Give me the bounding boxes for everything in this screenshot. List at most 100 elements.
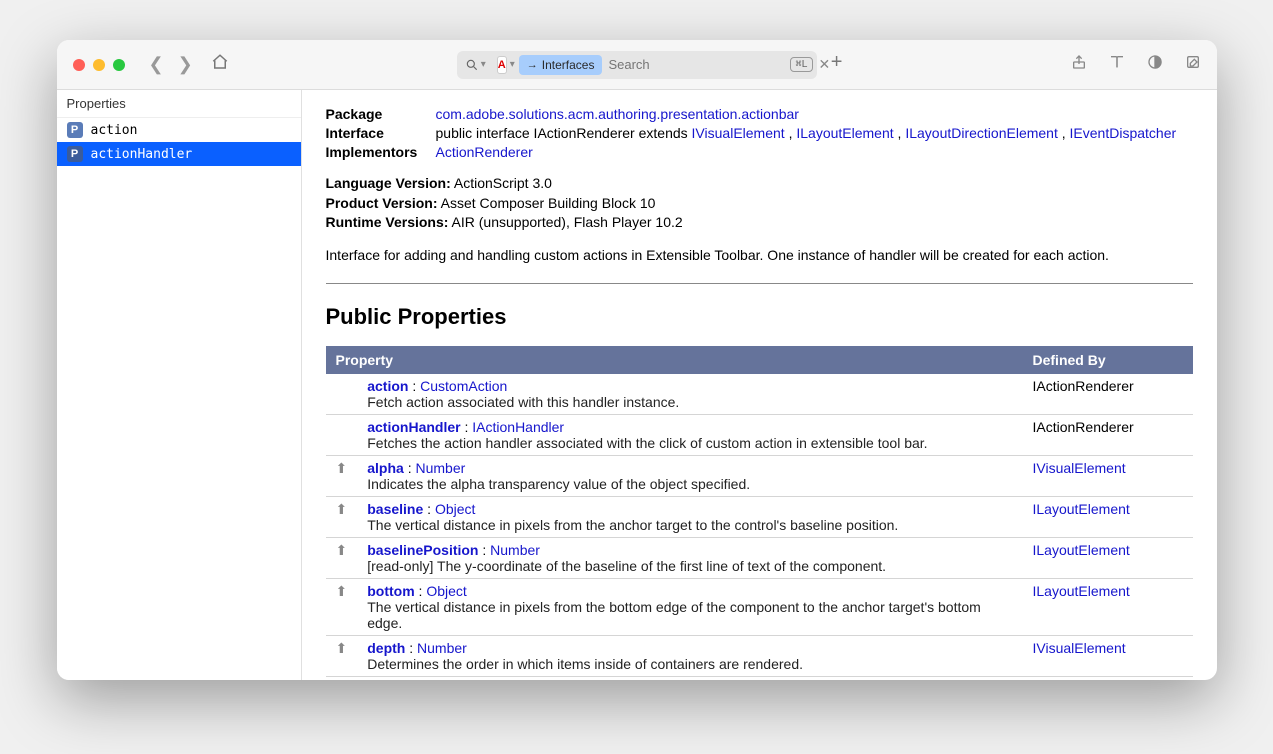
inherit-arrow-icon: ⬆ [336,460,348,476]
property-name-link[interactable]: baseline [367,501,423,517]
section-title: Public Properties [326,304,1193,330]
toolbar-right [1071,54,1201,75]
docset-badge[interactable]: A [497,56,507,74]
inherited-marker: ⬆ [326,455,358,496]
searchbar: ▾ A ▾ → Interfaces ⌘L ✕ [457,51,817,79]
property-description: The vertical distance in pixels from the… [367,599,981,631]
arrow-right-icon: → [527,59,538,71]
implementors-value: ActionRenderer [436,144,1193,160]
property-name-link[interactable]: bottom [367,583,414,599]
property-description: Indicates the alpha transparency value o… [367,476,750,492]
property-cell: actionHandler : IActionHandlerFetches th… [357,414,1022,455]
table-row: ⬆designLayer : DesignLayerIVisualElement [326,676,1193,680]
table-header-defined-by: Defined By [1023,346,1193,374]
docset-dropdown-icon[interactable]: ▾ [510,59,515,70]
property-type-link[interactable]: Object [426,583,466,599]
filter-chip-interfaces[interactable]: → Interfaces [519,55,603,75]
defined-by-cell: IVisualElement [1023,676,1193,680]
property-type-link[interactable]: Object [435,501,475,517]
search-icon[interactable]: ▾ [461,58,494,72]
property-name-link[interactable]: action [367,378,408,394]
interface-value: public interface IActionRenderer extends… [436,125,1193,141]
package-link[interactable]: com.adobe.solutions.acm.authoring.presen… [436,106,799,122]
book-icon[interactable] [1109,54,1125,75]
runtime-version-value: AIR (unsupported), Flash Player 10.2 [452,214,683,230]
extends-link[interactable]: ILayoutDirectionElement [905,125,1058,141]
property-description: Determines the order in which items insi… [367,656,803,672]
extends-link[interactable]: IEventDispatcher [1070,125,1177,141]
defined-by-cell: ILayoutElement [1023,578,1193,635]
inherited-marker [326,374,358,415]
interface-label: Interface [326,125,436,141]
property-name-link[interactable]: depth [367,640,405,656]
extends-link[interactable]: ILayoutElement [796,125,893,141]
share-icon[interactable] [1071,54,1087,75]
property-name-link[interactable]: baselinePosition [367,542,478,558]
property-type-link[interactable]: CustomAction [420,378,507,394]
inherit-arrow-icon: ⬆ [336,640,348,656]
defined-by: IActionRenderer [1033,419,1134,435]
defined-by-cell: ILayoutElement [1023,496,1193,537]
defined-by[interactable]: ILayoutElement [1033,542,1130,558]
property-cell: depth : NumberDetermines the order in wh… [357,635,1022,676]
table-row: ⬆ bottom : ObjectThe vertical distance in… [326,578,1193,635]
property-cell: action : CustomActionFetch action associ… [357,374,1022,415]
content-area[interactable]: Package com.adobe.solutions.acm.authorin… [302,90,1217,680]
sidebar-item-actionHandler[interactable]: PactionHandler [57,142,301,166]
table-row: ⬆ baseline : ObjectThe vertical distance … [326,496,1193,537]
inherit-arrow-icon: ⬆ [336,501,348,517]
property-cell: bottom : ObjectThe vertical distance in … [357,578,1022,635]
defined-by[interactable]: ILayoutElement [1033,501,1130,517]
table-row: ⬆ baselinePosition : Number[read-only] Th… [326,537,1193,578]
package-label: Package [326,106,436,122]
property-type-link[interactable]: Number [415,460,465,476]
runtime-version-label: Runtime Versions: [326,214,449,230]
inherit-arrow-icon: ⬆ [336,583,348,599]
property-type-link[interactable]: Number [417,640,467,656]
table-row: actionHandler : IActionHandlerFetches th… [326,414,1193,455]
inherited-marker: ⬆ [326,635,358,676]
traffic-lights [73,59,125,71]
sidebar-item-action[interactable]: Paction [57,118,301,142]
close-window-button[interactable] [73,59,85,71]
inherit-arrow-icon: ⬆ [336,542,348,558]
zoom-window-button[interactable] [113,59,125,71]
extends-link[interactable]: IVisualElement [692,125,785,141]
forward-button[interactable]: ❯ [178,54,193,75]
properties-table: Property Defined By action : CustomActio… [326,346,1193,680]
product-version-label: Product Version: [326,195,438,211]
property-description: The vertical distance in pixels from the… [367,517,898,533]
property-cell: baseline : ObjectThe vertical distance i… [357,496,1022,537]
lang-version-label: Language Version: [326,175,451,191]
sidebar-header: Properties [57,90,301,118]
edit-icon[interactable] [1185,54,1201,75]
property-name-link[interactable]: alpha [367,460,404,476]
lang-version-value: ActionScript 3.0 [454,175,552,191]
version-block: Language Version: ActionScript 3.0 Produ… [326,174,1193,233]
filter-chip-label: Interfaces [542,58,595,72]
defined-by[interactable]: IVisualElement [1033,640,1126,656]
product-version-value: Asset Composer Building Block 10 [441,195,656,211]
back-button[interactable]: ❮ [149,54,164,75]
property-type-link[interactable]: IActionHandler [472,419,564,435]
home-button[interactable] [211,53,229,76]
sidebar: Properties PactionPactionHandler [57,90,302,680]
defined-by[interactable]: ILayoutElement [1033,583,1130,599]
defined-by[interactable]: IVisualElement [1033,460,1126,476]
defined-by-cell: IActionRenderer [1023,414,1193,455]
defined-by-cell: ILayoutElement [1023,537,1193,578]
contrast-icon[interactable] [1147,54,1163,75]
inherited-marker: ⬆ [326,578,358,635]
new-tab-button[interactable]: + [831,51,843,79]
minimize-window-button[interactable] [93,59,105,71]
inherited-marker: ⬆ [326,676,358,680]
property-description: Fetch action associated with this handle… [367,394,679,410]
property-name-link[interactable]: actionHandler [367,419,460,435]
defined-by: IActionRenderer [1033,378,1134,394]
implementor-link[interactable]: ActionRenderer [436,144,533,160]
property-type-link[interactable]: Number [490,542,540,558]
property-description: [read-only] The y-coordinate of the base… [367,558,886,574]
search-input[interactable] [602,57,790,72]
sidebar-item-label: actionHandler [91,147,193,162]
property-cell: baselinePosition : Number[read-only] The… [357,537,1022,578]
